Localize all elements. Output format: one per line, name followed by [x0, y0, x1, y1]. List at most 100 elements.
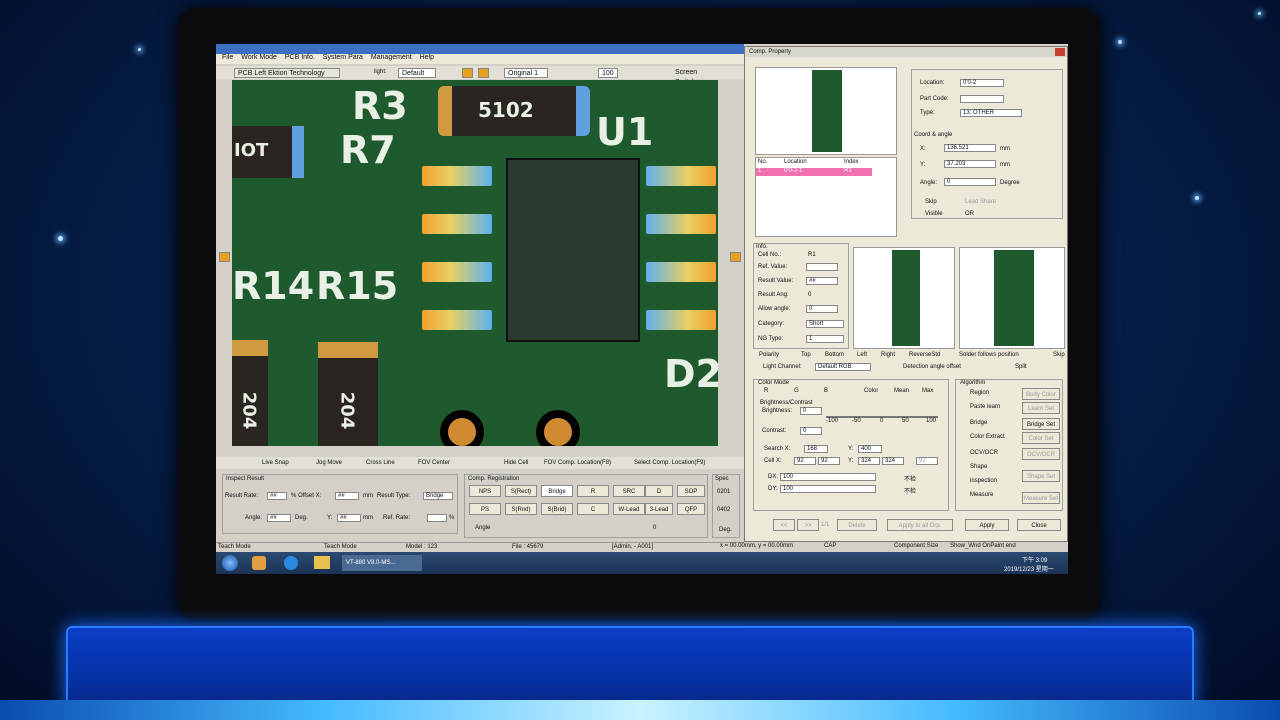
ps-button[interactable]: PS [469, 503, 501, 515]
start-button-icon[interactable] [222, 555, 238, 571]
body-color-button[interactable]: Body Color [1022, 388, 1060, 400]
cell-x-field-2[interactable]: 92 [818, 457, 840, 465]
top-radio[interactable]: Top [801, 352, 811, 358]
r-button[interactable]: R [577, 485, 609, 497]
detection-angle-offset-checkbox[interactable]: Detection angle offset [903, 364, 961, 370]
cell-y-field-2[interactable]: 324 [882, 457, 904, 465]
3-lead-button[interactable]: 3-Lead [645, 503, 673, 515]
src-button[interactable]: SRC [613, 485, 645, 497]
fov-center-checkbox[interactable]: FOV Center [418, 460, 450, 466]
apply-button[interactable]: Apply [965, 519, 1009, 531]
search-x-field[interactable]: 168 [804, 445, 828, 453]
menu-help[interactable]: Help [420, 54, 434, 61]
learn-set-button[interactable]: Learn Set [1022, 402, 1060, 414]
part-code-field[interactable] [960, 95, 1004, 103]
algorithm-bridge-radio[interactable]: Bridge [970, 420, 987, 426]
category-select[interactable]: Short [806, 320, 844, 328]
skip-checkbox[interactable]: Skip [925, 199, 937, 205]
d-button[interactable]: D [645, 485, 673, 497]
menu-work-mode[interactable]: Work Mode [241, 54, 277, 61]
spec-0402[interactable]: 0402 [717, 507, 730, 513]
folder-icon[interactable] [314, 556, 330, 569]
prev-page-button[interactable]: << [773, 519, 795, 531]
allow-angle-field[interactable]: 0 [806, 305, 838, 313]
polarity-checkbox[interactable]: Polarity [759, 352, 779, 358]
ocv-ocr-button[interactable]: OCV/OCR [1022, 448, 1060, 460]
hide-cell-checkbox[interactable]: Hide Cell [504, 460, 528, 466]
split-checkbox[interactable]: Split [1015, 364, 1027, 370]
jog-move-checkbox[interactable]: Jog Move [316, 460, 342, 466]
cell-extra-field[interactable]: 92 [916, 457, 938, 465]
algorithm-region-radio[interactable]: Region [970, 390, 989, 396]
s-brid-button[interactable]: S(Brid) [541, 503, 573, 515]
qfp-button[interactable]: QFP [677, 503, 705, 515]
g-checkbox[interactable]: G [794, 388, 799, 394]
or-checkbox[interactable]: OR [965, 211, 974, 217]
bottom-radio[interactable]: Bottom [825, 352, 844, 358]
c-button[interactable]: C [577, 503, 609, 515]
ng-type-select[interactable]: 1 [806, 335, 844, 343]
app-icon[interactable] [252, 556, 266, 570]
nps-button[interactable]: NPS [469, 485, 501, 497]
taskbar-app-button[interactable]: VT-880 V8.0-MS... [342, 555, 422, 571]
dx-field[interactable]: 100 [780, 473, 876, 481]
visible-checkbox[interactable]: Visible [925, 211, 943, 217]
ie-icon[interactable] [284, 556, 298, 570]
bridge-button[interactable]: Bridge [541, 485, 573, 497]
angle-checkbox[interactable]: Angle [475, 525, 490, 531]
sop-button[interactable]: SOP [677, 485, 705, 497]
bridge-set-button[interactable]: Bridge Set [1022, 418, 1060, 430]
color-set-button[interactable]: Color Set [1022, 432, 1060, 444]
next-page-button[interactable]: >> [797, 519, 819, 531]
contrast-field[interactable]: 0 [800, 427, 822, 435]
brightness-field[interactable]: 0 [800, 407, 822, 415]
s-rect-button[interactable]: S(Rect) [505, 485, 537, 497]
cell-x-field[interactable]: 92 [794, 457, 816, 465]
right-radio[interactable]: Right [881, 352, 895, 358]
light-channel-select[interactable]: Default RGB [815, 363, 871, 371]
max-radio[interactable]: Max [922, 388, 933, 394]
table-row[interactable]: 1 0'0-2-1 R1 [756, 168, 872, 176]
select-comp-location-button[interactable]: Select Comp. Location(F9) [634, 460, 705, 466]
solder-follows-checkbox[interactable]: Solder follows position [959, 352, 1019, 358]
y-field[interactable]: 37.203 [944, 160, 996, 168]
algorithm-measure-radio[interactable]: Measure [970, 492, 993, 498]
cross-line-checkbox[interactable]: Cross Line [366, 460, 395, 466]
nav-icon[interactable] [478, 68, 489, 78]
dy-field[interactable]: 100 [780, 485, 876, 493]
left-radio[interactable]: Left [857, 352, 867, 358]
view-select[interactable]: Original 1 [504, 68, 548, 78]
b-checkbox[interactable]: B [824, 388, 828, 394]
close-button[interactable]: Close [1017, 519, 1061, 531]
shape-set-button[interactable]: Shape Set [1022, 470, 1060, 482]
ref-value-field[interactable] [806, 263, 838, 271]
live-snap-checkbox[interactable]: Live Snap [262, 460, 289, 466]
mean-radio[interactable]: Mean [894, 388, 909, 394]
algorithm-color-extract-radio[interactable]: Color Extract [970, 434, 1005, 440]
algorithm-paste-learn-radio[interactable]: Paste learn [970, 404, 1000, 410]
measure-set-button[interactable]: Measure Set [1022, 492, 1060, 504]
spec-0201[interactable]: 0201 [717, 489, 730, 495]
cell-y-field[interactable]: 324 [858, 457, 880, 465]
menu-management[interactable]: Management [371, 54, 412, 61]
algorithm-inspection-radio[interactable]: inspection [970, 478, 997, 484]
angle-field[interactable]: 0 [944, 178, 996, 186]
close-icon[interactable] [1055, 48, 1065, 56]
pcb-camera-view[interactable]: 5102 204 204 IOT R3 R7 R14 R15 U1 D2 [232, 80, 718, 446]
color-radio[interactable]: Color [864, 388, 878, 394]
prev-arrow-icon[interactable] [219, 252, 230, 262]
menu-pcb-info[interactable]: PCB Info. [285, 54, 315, 61]
lead-share-checkbox[interactable]: Lead Share [965, 199, 996, 205]
zoom-value[interactable]: 100 [598, 68, 618, 78]
apply-all-group-button[interactable]: Apply to all Grp. [887, 519, 953, 531]
menu-file[interactable]: File [222, 54, 233, 61]
r-checkbox[interactable]: R [764, 388, 768, 394]
next-arrow-icon[interactable] [730, 252, 741, 262]
delete-button[interactable]: Delete [837, 519, 877, 531]
menu-system-para[interactable]: System Para [323, 54, 363, 61]
w-lead-button[interactable]: W-Lead [613, 503, 645, 515]
algorithm-ocv-ocr-radio[interactable]: OCV/OCR [970, 450, 998, 456]
light-select[interactable]: Default [398, 68, 436, 78]
type-select[interactable]: 13: OTHER [960, 109, 1022, 117]
fov-comp-location-button[interactable]: FOV Comp. Location(F8) [544, 460, 611, 466]
